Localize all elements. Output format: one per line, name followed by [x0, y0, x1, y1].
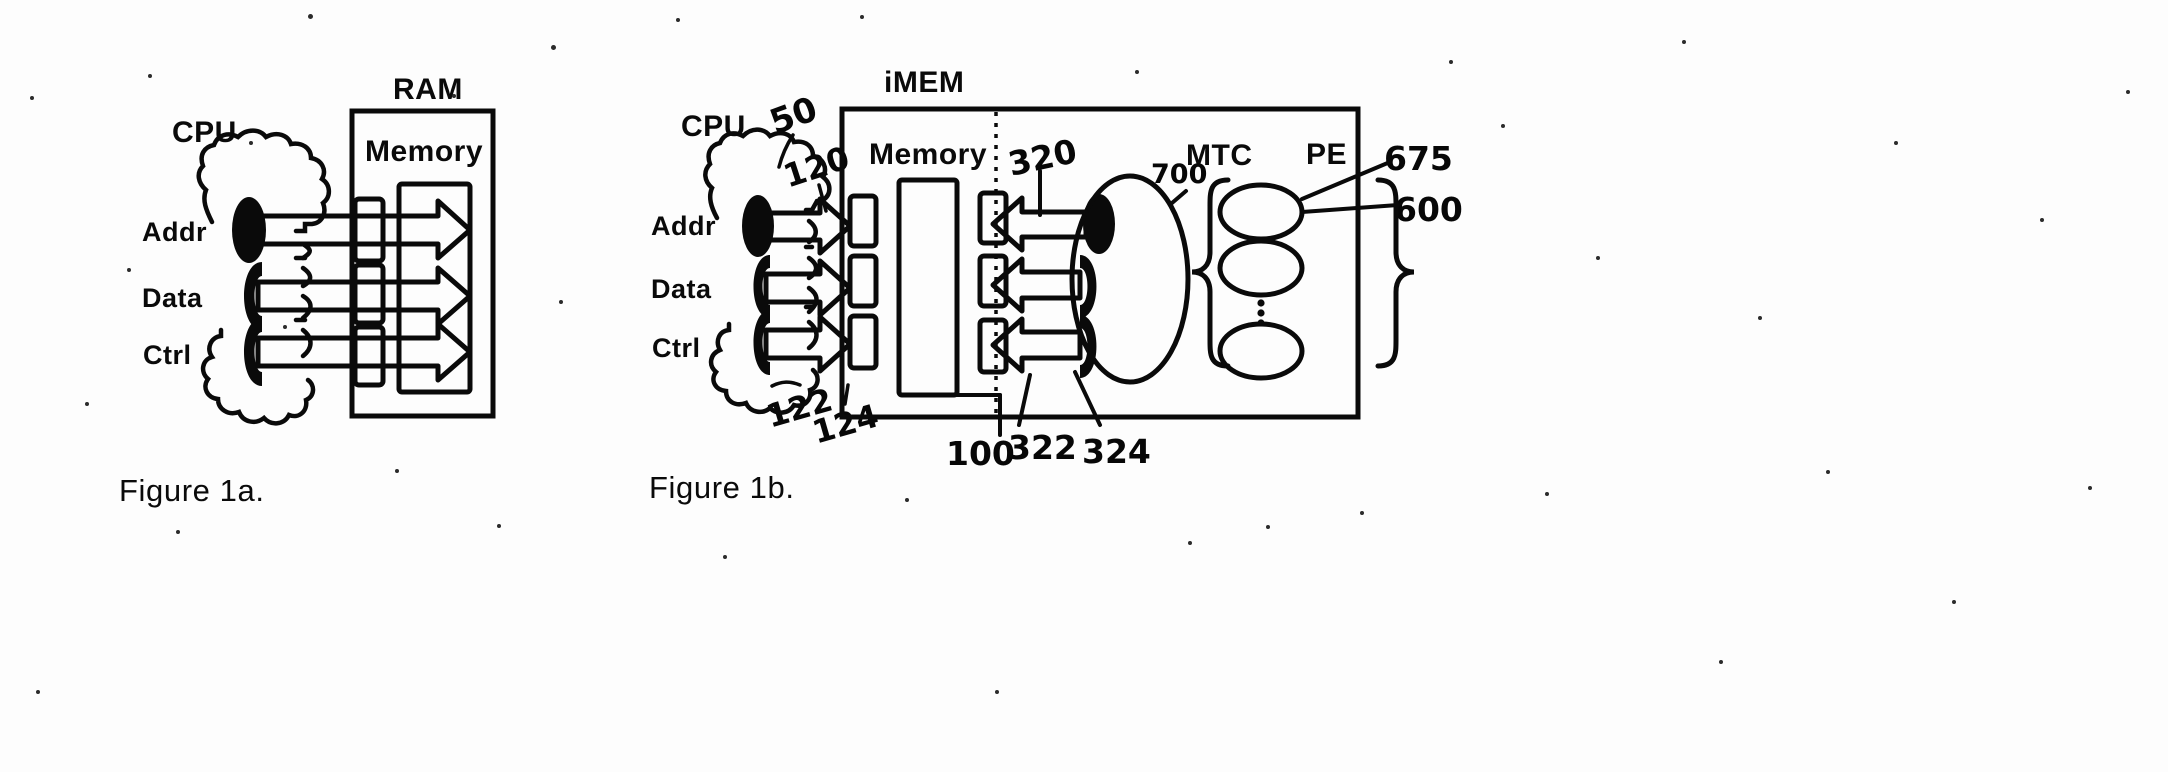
fig-b-left-port-addr — [847, 193, 879, 249]
fig-b-pe-ellipsis-dot-1 — [1257, 299, 1265, 307]
leader-600 — [1300, 203, 1400, 214]
fig-b-pe-element-2 — [1217, 238, 1305, 298]
fig-b-artwork — [703, 106, 1415, 437]
leader-700 — [1170, 189, 1188, 205]
fig-b-addr-bus — [742, 195, 853, 257]
leader-124 — [843, 383, 850, 406]
fig-b-pe-ellipsis-dot-2 — [1257, 309, 1265, 317]
leader-122 — [770, 380, 802, 388]
fig-b-right-port-data — [977, 253, 1009, 309]
fig-b-pe-ellipsis-dot-3 — [1257, 319, 1265, 327]
leader-50 — [777, 133, 795, 169]
fig-b-data-bus — [753, 255, 853, 318]
fig-b-memory-block — [896, 177, 960, 398]
fig-b-imem-box — [839, 106, 1361, 420]
fig-b-mtc-data-bus — [990, 255, 1097, 318]
fig-b-mtc-addr-bus — [990, 194, 1115, 254]
fig-b-ctrl-bus — [753, 310, 853, 375]
patent-figure-page: CPU RAM Memory Addr Data Ctrl Figure 1a. — [0, 0, 2168, 772]
fig-b-pe-element-1 — [1217, 182, 1305, 242]
fig-b-pe-element-3 — [1217, 321, 1305, 381]
fig-b-mtc-ctrl-bus — [990, 315, 1097, 378]
fig-b-left-port-data — [847, 253, 879, 309]
fig-b-left-port-ctrl — [847, 313, 879, 371]
